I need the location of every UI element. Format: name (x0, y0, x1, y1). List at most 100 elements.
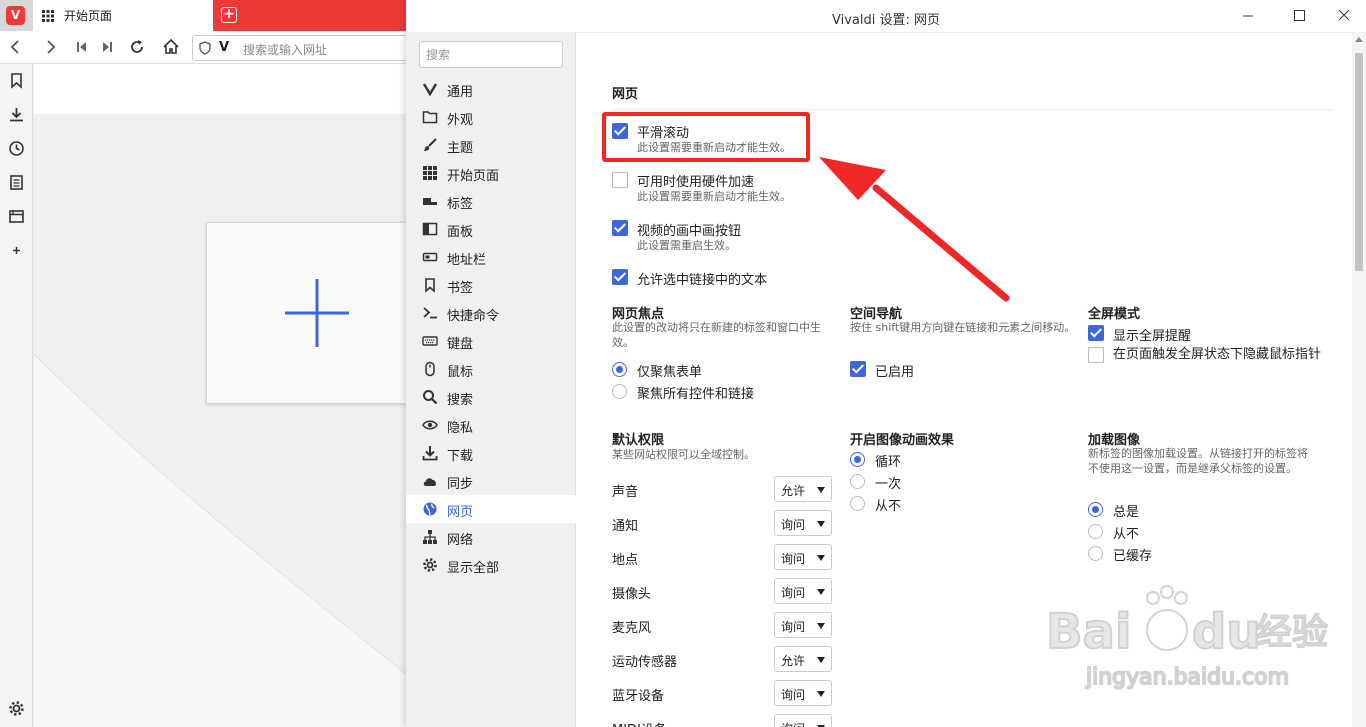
select-link-text-checkbox[interactable] (612, 269, 628, 285)
address-bar-icon (422, 252, 438, 262)
bookmark-icon (425, 278, 435, 293)
nav-item-downloads[interactable]: 下载 (406, 439, 576, 467)
nav-item-sync[interactable]: 同步 (406, 467, 576, 495)
new-tab-button[interactable]: + (213, 0, 406, 31)
eye-icon (422, 420, 438, 430)
images-always-radio[interactable] (1088, 502, 1103, 517)
scrollbar-thumb[interactable] (1355, 53, 1363, 271)
nav-item-mouse[interactable]: 鼠标 (406, 355, 576, 383)
nav-item-show-all[interactable]: 显示全部 (406, 551, 576, 579)
nav-label: 显示全部 (447, 561, 500, 576)
settings-gear-icon[interactable] (8, 700, 25, 717)
permission-mic-select[interactable]: 询问 (774, 612, 832, 638)
permission-camera-select[interactable]: 询问 (774, 578, 832, 604)
minimize-button[interactable] (1236, 5, 1260, 25)
pip-button-checkbox[interactable] (612, 220, 628, 236)
download-panel-icon[interactable] (8, 106, 25, 123)
nav-label: 面板 (447, 225, 474, 240)
back-button[interactable] (6, 37, 26, 57)
nav-item-network[interactable]: 网络 (406, 523, 576, 551)
svg-text:Bai: Bai (1046, 604, 1131, 660)
permission-notify-select[interactable]: 询问 (774, 510, 832, 536)
nav-label: 快捷命令 (447, 309, 500, 324)
scroll-up-arrow-icon[interactable] (1355, 37, 1363, 42)
nav-item-webpages[interactable]: 网页 (406, 495, 576, 523)
load-images-description: 新标签的图像加载设置。从链接打开的标签将不使用这一设置，而是继承父标签的设置。 (1088, 447, 1308, 475)
nav-label: 外观 (447, 113, 474, 128)
shield-icon[interactable] (199, 41, 211, 55)
nav-label: 鼠标 (447, 365, 474, 380)
nav-item-general[interactable]: 通用 (406, 75, 576, 103)
forward-button[interactable] (40, 37, 60, 57)
select-value: 询问 (781, 518, 806, 532)
tab-start-page[interactable]: 开始页面 (33, 0, 213, 31)
tab-title: 开始页面 (64, 9, 113, 23)
search-icon (423, 390, 438, 405)
focus-forms-radio[interactable] (612, 362, 627, 377)
permission-motion-select[interactable]: 允许 (774, 646, 832, 672)
fast-forward-button[interactable] (97, 37, 117, 57)
svg-text:du: du (1192, 604, 1261, 660)
settings-search-box[interactable] (419, 41, 563, 68)
maximize-icon (1294, 10, 1305, 21)
nav-item-theme[interactable]: 主题 (406, 131, 576, 159)
images-never-label: 从不 (1113, 527, 1140, 542)
images-never-radio[interactable] (1088, 524, 1103, 539)
animation-never-radio[interactable] (850, 496, 865, 511)
animation-loop-radio[interactable] (850, 452, 865, 467)
permission-bluetooth-select[interactable]: 询问 (774, 680, 832, 706)
nav-item-quick-commands[interactable]: 快捷命令 (406, 299, 576, 327)
animation-once-label: 一次 (875, 477, 902, 492)
close-button[interactable] (1332, 5, 1356, 25)
vivaldi-menu-button[interactable]: V (6, 6, 25, 25)
nav-item-appearance[interactable]: 外观 (406, 103, 576, 131)
rewind-button[interactable] (72, 37, 92, 57)
panel-icon (422, 222, 438, 236)
hardware-accel-checkbox[interactable] (612, 172, 628, 188)
nav-item-start-page[interactable]: 开始页面 (406, 159, 576, 187)
spatial-nav-checkbox[interactable] (850, 361, 866, 377)
reload-button[interactable] (127, 37, 147, 57)
nav-item-tabs[interactable]: 标签 (406, 187, 576, 215)
nav-label: 同步 (447, 477, 474, 492)
nav-item-panel[interactable]: 面板 (406, 215, 576, 243)
settings-search-input[interactable] (426, 43, 556, 67)
permission-midi-select[interactable]: 询问 (774, 714, 832, 727)
permission-location-select[interactable]: 询问 (774, 544, 832, 570)
images-cached-radio[interactable] (1088, 546, 1103, 561)
address-bar[interactable]: V 搜索或输入网址 (192, 35, 412, 61)
permission-notify-label: 通知 (612, 519, 639, 534)
globe-icon (423, 502, 437, 516)
fullscreen-reminder-label: 显示全屏提醒 (1113, 329, 1192, 344)
keyboard-icon (422, 336, 438, 346)
animation-once-radio[interactable] (850, 474, 865, 489)
maximize-button[interactable] (1287, 5, 1311, 25)
select-value: 询问 (781, 688, 806, 702)
notes-panel-icon[interactable] (8, 174, 25, 191)
permission-sound-select[interactable]: 允许 (774, 476, 832, 502)
dropdown-arrow-icon (817, 487, 825, 493)
nav-item-address-bar[interactable]: 地址栏 (406, 243, 576, 271)
mouse-icon (425, 361, 435, 377)
gear-icon (423, 558, 437, 572)
bookmark-panel-icon[interactable] (8, 72, 25, 89)
fullscreen-reminder-checkbox[interactable] (1088, 325, 1104, 341)
plus-icon: + (221, 7, 237, 23)
reload-icon (131, 40, 143, 53)
nav-label: 标签 (447, 197, 474, 212)
nav-label: 书签 (447, 281, 474, 296)
focus-all-radio[interactable] (612, 384, 627, 399)
home-button[interactable] (161, 37, 181, 57)
history-panel-icon[interactable] (8, 140, 25, 157)
nav-item-keyboard[interactable]: 键盘 (406, 327, 576, 355)
add-panel-icon[interactable] (8, 242, 25, 259)
window-panel-icon[interactable] (8, 208, 25, 225)
nav-item-bookmarks[interactable]: 书签 (406, 271, 576, 299)
add-speed-dial-button[interactable] (206, 222, 406, 404)
nav-item-privacy[interactable]: 隐私 (406, 411, 576, 439)
nav-item-search[interactable]: 搜索 (406, 383, 576, 411)
hide-cursor-checkbox[interactable] (1088, 347, 1104, 363)
annotation-arrow (819, 157, 1010, 302)
folder-icon (422, 111, 438, 124)
command-icon (423, 307, 437, 319)
